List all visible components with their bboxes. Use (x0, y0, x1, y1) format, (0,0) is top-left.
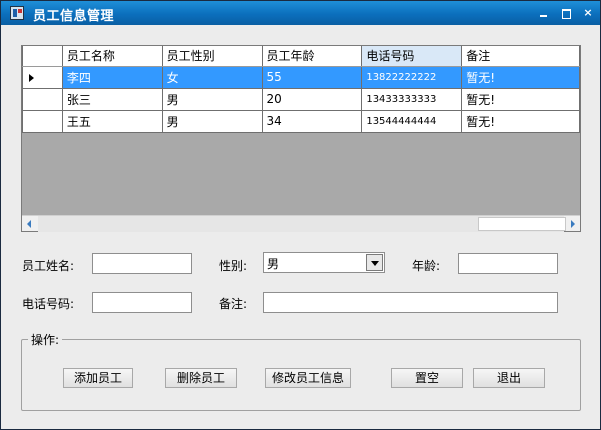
column-header-note[interactable]: 备注 (461, 46, 580, 67)
cell-note[interactable]: 暂无! (461, 87, 580, 111)
cell-gender[interactable]: 女 (161, 65, 263, 89)
note-input[interactable] (263, 292, 558, 313)
window-title: 员工信息管理 (33, 9, 115, 24)
cell-phone[interactable]: 13822222222 (361, 65, 463, 89)
edit-employee-button[interactable]: 修改员工信息 (265, 368, 351, 388)
column-header-name[interactable]: 员工名称 (61, 46, 163, 67)
clear-button[interactable]: 置空 (391, 368, 463, 388)
cell-age[interactable]: 20 (261, 87, 363, 111)
cell-phone[interactable]: 13433333333 (361, 87, 463, 111)
app-window: 员工信息管理 × 员工名称 员工性别 员工年龄 电话号码 备注 李四 女 55 … (0, 0, 601, 430)
cell-note[interactable]: 暂无! (461, 109, 580, 133)
row-header[interactable] (22, 87, 63, 111)
note-label: 备注: (219, 297, 248, 311)
column-header-age[interactable]: 员工年龄 (261, 46, 363, 67)
exit-button[interactable]: 退出 (473, 368, 545, 388)
current-row-arrow-icon (29, 73, 34, 82)
age-label: 年龄: (412, 259, 441, 273)
employee-grid[interactable]: 员工名称 员工性别 员工年龄 电话号码 备注 李四 女 55 138222222… (21, 45, 581, 232)
cell-age[interactable]: 55 (261, 65, 363, 89)
add-employee-button[interactable]: 添加员工 (63, 368, 133, 388)
table-row[interactable]: 王五 男 34 13544444444 暂无! (22, 109, 580, 133)
name-label: 员工姓名: (22, 259, 75, 273)
cell-age[interactable]: 34 (261, 109, 363, 133)
close-icon[interactable]: × (579, 5, 597, 21)
cell-gender[interactable]: 男 (161, 87, 263, 111)
gender-select[interactable]: 男 (263, 252, 385, 273)
title-bar[interactable]: 员工信息管理 × (1, 1, 600, 25)
minimize-icon[interactable] (535, 5, 553, 21)
row-header[interactable] (22, 65, 63, 89)
row-header[interactable] (22, 109, 63, 133)
phone-label: 电话号码: (22, 297, 75, 311)
scroll-right-icon[interactable] (564, 216, 580, 232)
cell-name[interactable]: 王五 (61, 109, 163, 133)
column-header-phone[interactable]: 电话号码 (361, 46, 463, 67)
app-icon (10, 6, 24, 20)
grid-corner-cell (22, 46, 63, 67)
cell-note[interactable]: 暂无! (461, 65, 580, 89)
cell-gender[interactable]: 男 (161, 109, 263, 133)
cell-name[interactable]: 李四 (61, 65, 163, 89)
grid-header-row: 员工名称 员工性别 员工年龄 电话号码 备注 (22, 46, 580, 67)
horizontal-scrollbar[interactable] (22, 215, 580, 232)
scroll-left-icon[interactable] (22, 216, 38, 232)
age-input[interactable] (458, 253, 558, 274)
table-row[interactable]: 李四 女 55 13822222222 暂无! (22, 65, 580, 89)
phone-input[interactable] (92, 292, 192, 313)
gender-label: 性别: (219, 259, 248, 273)
actions-group-label: 操作: (28, 331, 63, 348)
delete-employee-button[interactable]: 删除员工 (165, 368, 237, 388)
gender-select-value: 男 (267, 257, 280, 271)
name-input[interactable] (92, 253, 192, 274)
grid-table: 员工名称 员工性别 员工年龄 电话号码 备注 李四 女 55 138222222… (22, 46, 580, 133)
maximize-icon[interactable] (557, 5, 575, 21)
cell-phone[interactable]: 13544444444 (361, 109, 463, 133)
cell-name[interactable]: 张三 (61, 87, 163, 111)
chevron-down-icon[interactable] (366, 254, 383, 271)
column-header-gender[interactable]: 员工性别 (161, 46, 263, 67)
scroll-thumb[interactable] (478, 217, 566, 231)
table-row[interactable]: 张三 男 20 13433333333 暂无! (22, 87, 580, 111)
